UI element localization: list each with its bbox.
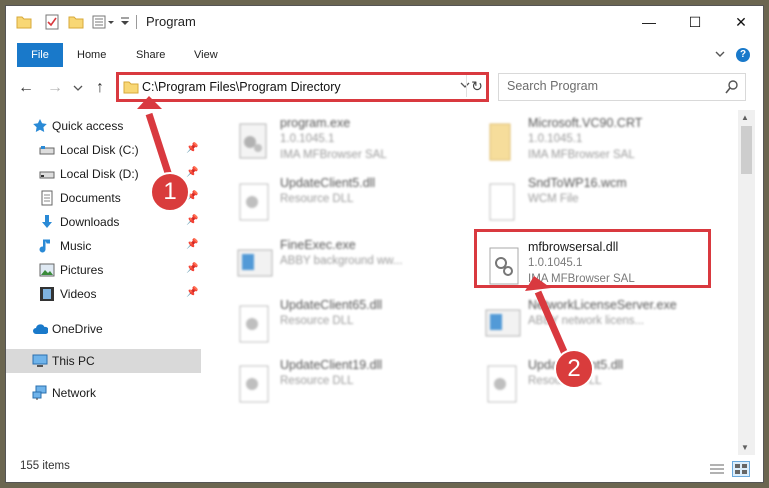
callout-number-1: 1	[150, 172, 190, 212]
callout-number-2: 2	[554, 349, 594, 389]
callout-arrows	[137, 96, 576, 372]
explorer-window: Program — ☐ ✕ File Home Share View ? ← →…	[6, 6, 763, 482]
